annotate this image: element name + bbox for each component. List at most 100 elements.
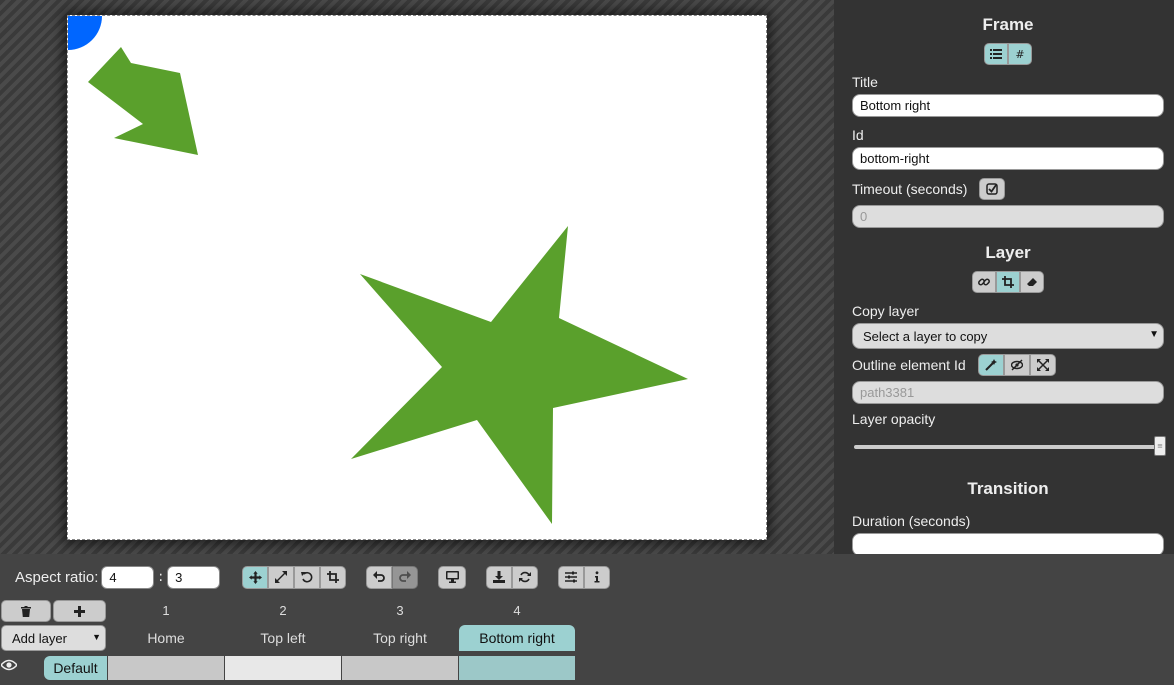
layer-cell-frame-1[interactable]	[108, 656, 224, 680]
copy-layer-select-value: Select a layer to copy	[863, 328, 988, 344]
crop-icon	[327, 571, 340, 583]
add-frame-button[interactable]	[53, 600, 106, 622]
hide-outline-button[interactable]	[1003, 354, 1030, 376]
outline-tools-group	[977, 354, 1056, 376]
duration-input[interactable]	[852, 533, 1164, 554]
opacity-slider-handle[interactable]: ≡	[1154, 436, 1166, 456]
id-input[interactable]: bottom-right	[852, 147, 1164, 170]
settings-tools	[558, 565, 611, 589]
frame-tab-top-right[interactable]: Top right	[342, 625, 458, 651]
refresh-icon	[519, 571, 532, 583]
scale-tool-button[interactable]	[268, 565, 295, 589]
magic-wand-button[interactable]	[977, 354, 1004, 376]
rotate-icon	[301, 571, 313, 583]
opacity-label: Layer opacity	[852, 411, 936, 427]
transform-tools	[242, 565, 347, 589]
download-icon	[493, 571, 506, 583]
chevron-down-icon: ▼	[92, 632, 101, 642]
undo-icon	[373, 571, 385, 582]
opacity-slider[interactable]: ≡	[854, 436, 1166, 456]
add-layer-select[interactable]: Add layer ▼	[1, 625, 106, 651]
history-tools	[366, 565, 419, 589]
eye-icon[interactable]	[0, 659, 19, 675]
layer-cell-frame-2[interactable]	[225, 656, 341, 680]
duration-label: Duration (seconds)	[852, 513, 971, 529]
redo-button[interactable]	[392, 565, 419, 589]
layer-mode-group	[852, 271, 1164, 293]
slide-canvas[interactable]	[67, 15, 767, 540]
frame-tab-top-left[interactable]: Top left	[225, 625, 341, 651]
sliders-icon	[565, 571, 578, 583]
layer-name-default[interactable]: Default	[44, 656, 107, 680]
link-icon	[978, 278, 990, 286]
add-layer-label: Add layer	[12, 630, 67, 646]
aspect-width-input[interactable]: 4	[101, 565, 155, 589]
frame-tab-home[interactable]: Home	[108, 625, 224, 651]
frame-number-4: 4	[513, 603, 521, 618]
plus-icon	[74, 605, 85, 617]
eye-icon-graphic	[0, 659, 19, 671]
timeline: 1 2 3 4 Add layer ▼ Home Top left Top ri…	[0, 600, 1174, 685]
resize-icon	[275, 571, 288, 583]
list-view-button[interactable]	[984, 43, 1008, 65]
chevron-down-icon: ▼	[1149, 329, 1159, 340]
id-label: Id	[852, 127, 864, 143]
crop-tool-button[interactable]	[320, 565, 347, 589]
info-icon	[594, 571, 600, 583]
delete-frame-button[interactable]	[1, 600, 51, 622]
aspect-height-input[interactable]: 3	[167, 565, 221, 589]
timeout-toggle-button[interactable]	[979, 178, 1006, 200]
frame-section-title: Frame	[982, 15, 1034, 34]
copy-layer-select[interactable]: Select a layer to copy ▼	[852, 323, 1164, 349]
green-arrow-shape[interactable]	[88, 47, 198, 155]
download-button[interactable]	[486, 565, 513, 589]
layer-cell-frame-4[interactable]	[459, 656, 575, 680]
properties-panel: Frame # Title Bottom right Id bottom-rig…	[834, 0, 1174, 554]
aspect-ratio-label: Aspect ratio:	[15, 568, 99, 586]
frame-number-1: 1	[162, 603, 170, 618]
crop-button[interactable]	[996, 271, 1020, 293]
eye-slash-icon	[1010, 359, 1023, 371]
canvas-area	[0, 0, 834, 554]
frame-view-toggle: #	[852, 43, 1164, 65]
preview-button[interactable]	[438, 565, 467, 589]
copy-layer-label: Copy layer	[852, 303, 919, 319]
timeout-label: Timeout (seconds)	[852, 181, 968, 197]
eraser-button[interactable]	[1020, 271, 1044, 293]
move-tool-button[interactable]	[242, 565, 269, 589]
rotate-tool-button[interactable]	[294, 565, 321, 589]
move-icon	[248, 570, 262, 584]
trash-icon	[21, 605, 31, 617]
redo-icon	[399, 571, 412, 582]
fit-outline-button[interactable]	[1029, 354, 1056, 376]
info-button[interactable]	[584, 565, 611, 589]
checkbox-checked-icon	[986, 183, 999, 195]
frame-number-3: 3	[396, 603, 404, 618]
aspect-separator: :	[158, 569, 164, 585]
timeout-input[interactable]: 0	[852, 205, 1164, 228]
outline-label: Outline element Id	[852, 357, 966, 373]
link-button[interactable]	[972, 271, 996, 293]
title-label: Title	[852, 74, 878, 90]
blue-circle-shape[interactable]	[68, 16, 102, 50]
file-tools	[486, 565, 539, 589]
crop-icon	[1002, 276, 1014, 288]
layer-section-title: Layer	[985, 243, 1031, 262]
hash-view-button[interactable]: #	[1008, 43, 1032, 65]
outline-input[interactable]: path3381	[852, 381, 1164, 404]
green-star-shape[interactable]	[351, 226, 688, 524]
transition-section-title: Transition	[967, 479, 1049, 498]
list-icon	[990, 49, 1002, 59]
title-input[interactable]: Bottom right	[852, 94, 1164, 117]
layer-cell-frame-3[interactable]	[342, 656, 458, 680]
eraser-icon	[1027, 278, 1037, 286]
frame-number-2: 2	[279, 603, 287, 618]
hash-icon: #	[1015, 47, 1025, 61]
undo-button[interactable]	[366, 565, 393, 589]
settings-button[interactable]	[558, 565, 585, 589]
desktop-icon	[445, 571, 459, 583]
frame-tab-bottom-right[interactable]: Bottom right	[459, 625, 575, 651]
refresh-button[interactable]	[512, 565, 539, 589]
bottom-toolbar: Aspect ratio: 4 : 3	[0, 554, 1174, 600]
slide-drawing	[68, 16, 688, 524]
